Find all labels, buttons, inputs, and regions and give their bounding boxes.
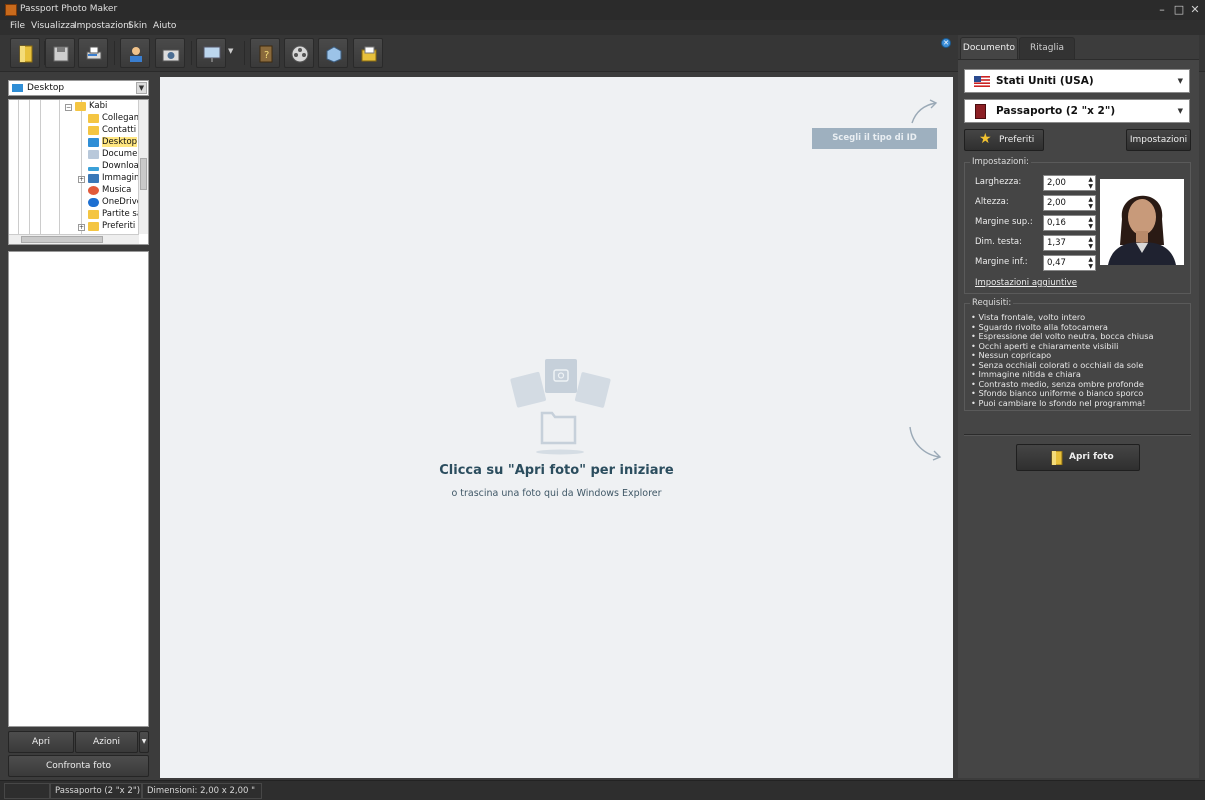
- height-label: Altezza:: [975, 197, 1009, 207]
- print-button[interactable]: [78, 38, 108, 68]
- camera-icon: [162, 49, 180, 62]
- menu-visualizza[interactable]: Visualizza: [31, 21, 75, 31]
- status-bar: Passaporto (2 "x 2") Dimensioni: 2,00 x …: [0, 780, 1205, 800]
- photo-canvas[interactable]: Scegli il tipo di ID Clicca su "Apri fot…: [160, 77, 953, 778]
- choose-id-type-button[interactable]: Scegli il tipo di ID: [812, 128, 937, 149]
- actions-button[interactable]: Azioni: [75, 731, 138, 753]
- svg-text:?: ?: [264, 50, 269, 61]
- help-button[interactable]: ?: [250, 38, 280, 68]
- camera-button[interactable]: [155, 38, 185, 68]
- status-document: Passaporto (2 "x 2"): [50, 783, 142, 799]
- folder-tree[interactable]: − Kabi Collegam Contatti Desktop Documer…: [8, 99, 149, 245]
- window-title: Passport Photo Maker: [20, 4, 118, 14]
- folder-chart-button[interactable]: [353, 38, 383, 68]
- app-icon: [5, 4, 17, 16]
- film-button[interactable]: [284, 38, 314, 68]
- close-button[interactable]: ✕: [1185, 2, 1205, 18]
- box-button[interactable]: [318, 38, 348, 68]
- open-photo-button[interactable]: Apri foto: [1016, 444, 1140, 471]
- open-button[interactable]: [10, 38, 40, 68]
- requirement-item: • Puoi cambiare lo sfondo nel programma!: [971, 397, 1146, 408]
- passport-icon: [975, 104, 986, 119]
- start-hint-title: Clicca su "Apri foto" per iniziare: [439, 463, 674, 478]
- film-icon: [291, 45, 309, 63]
- top-margin-stepper[interactable]: 0,16 ▲ ▼: [1043, 215, 1096, 231]
- compare-photos-button[interactable]: Confronta foto: [8, 755, 149, 777]
- folder-chart-icon: [361, 46, 377, 62]
- tab-documento[interactable]: Documento: [960, 37, 1018, 59]
- close-panel-icon[interactable]: ✕: [941, 38, 951, 48]
- height-stepper[interactable]: 2,00 ▲ ▼: [1043, 195, 1096, 211]
- usa-flag-icon: [974, 76, 990, 87]
- head-size-label: Dim. testa:: [975, 237, 1022, 247]
- chevron-down-icon[interactable]: ▼: [139, 731, 149, 753]
- bottom-margin-label: Margine inf.:: [975, 257, 1028, 267]
- requirement-item: • Occhi aperti e chiaramente visibili: [971, 340, 1119, 351]
- right-panel: Documento Ritaglia Stati Uniti (USA) ▼ P…: [958, 35, 1199, 778]
- chevron-down-icon: ▼: [1177, 107, 1183, 115]
- drive-select[interactable]: Desktop ▼: [8, 80, 149, 96]
- menu-impostazioni[interactable]: Impostazioni: [74, 21, 131, 31]
- curved-arrow-icon: [911, 99, 938, 124]
- sample-portrait-image: [1100, 179, 1184, 265]
- head-size-stepper[interactable]: 1,37 ▲ ▼: [1043, 235, 1096, 251]
- person-button[interactable]: [120, 38, 150, 68]
- menu-skin[interactable]: Skin: [128, 21, 147, 31]
- open-icon: [19, 45, 33, 63]
- desktop-icon: [12, 84, 23, 92]
- requirements-group: Requisiti: • Vista frontale, volto inter…: [964, 298, 1191, 411]
- additional-settings-link[interactable]: Impostazioni aggiuntive: [975, 278, 1077, 288]
- tree-horizontal-scrollbar[interactable]: [9, 234, 139, 244]
- menu-bar: File Visualizza Impostazioni Skin Aiuto: [0, 20, 1205, 35]
- requirement-item: • Contrasto medio, senza ombre profonde: [971, 378, 1144, 389]
- chevron-down-icon[interactable]: ▼: [228, 47, 233, 55]
- star-icon: ★: [979, 131, 992, 147]
- left-panel: Desktop ▼ − Kabi Collegam Contatti Deskt…: [0, 72, 158, 780]
- print-icon: [86, 46, 102, 60]
- requirement-item: • Nessun copricapo: [971, 350, 1052, 360]
- requirement-item: • Sguardo rivolto alla fotocamera: [971, 321, 1108, 332]
- requirement-item: • Vista frontale, volto intero: [971, 312, 1086, 322]
- status-cell-empty: [4, 783, 50, 799]
- save-icon: [53, 46, 69, 62]
- presentation-button[interactable]: [196, 38, 226, 68]
- presentation-icon: [203, 46, 221, 62]
- person-icon: [130, 47, 142, 62]
- menu-aiuto[interactable]: Aiuto: [153, 21, 176, 31]
- top-margin-label: Margine sup.:: [975, 217, 1033, 227]
- expand-icon[interactable]: +: [78, 176, 85, 183]
- chevron-down-icon[interactable]: ▼: [136, 82, 147, 94]
- requirement-item: • Immagine nitida e chiara: [971, 369, 1081, 379]
- country-select[interactable]: Stati Uniti (USA) ▼: [964, 69, 1190, 93]
- bottom-margin-stepper[interactable]: 0,47 ▲ ▼: [1043, 255, 1096, 271]
- favorites-button[interactable]: ★ Preferiti: [964, 129, 1044, 151]
- expand-icon[interactable]: +: [78, 224, 85, 231]
- width-label: Larghezza:: [975, 177, 1022, 187]
- open-button[interactable]: Apri: [8, 731, 74, 753]
- photo-placeholder-icon: [510, 359, 611, 455]
- save-button[interactable]: [45, 38, 75, 68]
- width-stepper[interactable]: 2,00 ▲ ▼: [1043, 175, 1096, 191]
- help-book-icon: ?: [259, 45, 273, 63]
- chevron-down-icon: ▼: [1177, 77, 1183, 85]
- tree-vertical-scrollbar[interactable]: [138, 100, 148, 234]
- divider: [964, 434, 1191, 436]
- start-hint-subtitle: o trascina una foto qui da Windows Explo…: [451, 488, 662, 499]
- collapse-icon[interactable]: −: [65, 104, 72, 111]
- document-type-select[interactable]: Passaporto (2 "x 2") ▼: [964, 99, 1190, 123]
- tab-ritaglia[interactable]: Ritaglia: [1019, 37, 1075, 59]
- settings-button[interactable]: Impostazioni: [1126, 129, 1191, 151]
- requirement-item: • Senza occhiali colorati o occhiali da …: [971, 359, 1144, 370]
- menu-file[interactable]: File: [10, 21, 25, 31]
- box-icon: [326, 46, 342, 63]
- thumbnail-list[interactable]: [8, 251, 149, 727]
- curved-arrow-icon: [909, 426, 942, 461]
- settings-group: Impostazioni: Larghezza: 2,00 ▲ ▼ Altezza:…: [964, 157, 1191, 294]
- document-tab-panel: Stati Uniti (USA) ▼ Passaporto (2 "x 2")…: [958, 59, 1199, 778]
- status-dimensions: Dimensioni: 2,00 x 2,00 ": [142, 783, 262, 799]
- open-icon: [1051, 451, 1063, 465]
- title-bar: Passport Photo Maker – □ ✕: [0, 0, 1205, 20]
- requirement-item: • Espressione del volto neutra, bocca ch…: [971, 331, 1154, 341]
- requirement-item: • Sfondo bianco uniforme o bianco sporco: [971, 388, 1144, 398]
